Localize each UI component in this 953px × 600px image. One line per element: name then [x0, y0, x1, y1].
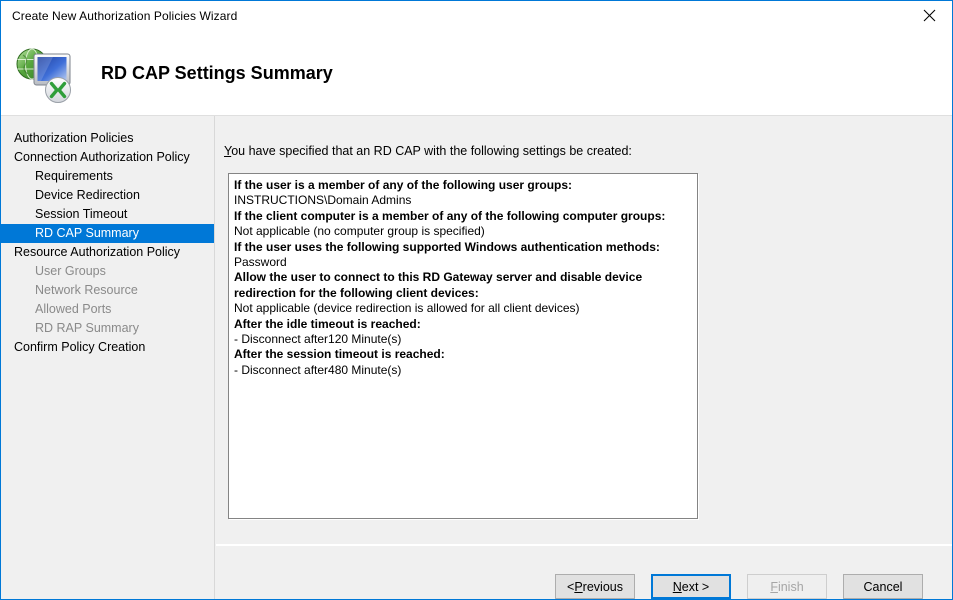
finish-button-post: inish: [778, 580, 804, 594]
close-icon[interactable]: [907, 1, 952, 30]
sidebar-item-network-resource: Network Resource: [1, 281, 214, 300]
summary-line: After the idle timeout is reached:: [234, 317, 693, 332]
next-button[interactable]: Next >: [651, 574, 731, 599]
rd-gateway-globe-monitor-icon: [13, 43, 75, 105]
title-bar: Create New Authorization Policies Wizard: [1, 1, 952, 31]
sidebar-item-resource-authorization-policy[interactable]: Resource Authorization Policy: [1, 243, 214, 262]
sidebar-item-rd-cap-summary[interactable]: RD CAP Summary: [1, 224, 214, 243]
summary-line: - Disconnect after120 Minute(s): [234, 332, 693, 347]
next-button-post: ext >: [682, 580, 709, 594]
sidebar-item-user-groups: User Groups: [1, 262, 214, 281]
sidebar-item-device-redirection[interactable]: Device Redirection: [1, 186, 214, 205]
sidebar-item-allowed-ports: Allowed Ports: [1, 300, 214, 319]
finish-button-accesskey: F: [770, 580, 778, 594]
previous-button-post: revious: [583, 580, 623, 594]
summary-line: Not applicable (device redirection is al…: [234, 301, 693, 316]
sidebar-item-requirements[interactable]: Requirements: [1, 167, 214, 186]
sidebar-item-confirm-policy-creation[interactable]: Confirm Policy Creation: [1, 338, 214, 357]
summary-textbox[interactable]: If the user is a member of any of the fo…: [228, 173, 698, 519]
sidebar-item-session-timeout[interactable]: Session Timeout: [1, 205, 214, 224]
wizard-step-list: Authorization Policies Connection Author…: [1, 116, 215, 599]
summary-line: INSTRUCTIONS\Domain Admins: [234, 193, 693, 208]
next-button-accesskey: N: [673, 580, 682, 594]
previous-button-pre: <: [567, 580, 574, 594]
previous-button[interactable]: < Previous: [555, 574, 635, 599]
page-title: RD CAP Settings Summary: [101, 63, 333, 84]
sidebar-item-rd-rap-summary: RD RAP Summary: [1, 319, 214, 338]
sidebar-item-connection-authorization-policy[interactable]: Connection Authorization Policy: [1, 148, 214, 167]
header-banner: RD CAP Settings Summary: [1, 31, 952, 116]
wizard-body: Authorization Policies Connection Author…: [1, 116, 952, 599]
summary-line: After the session timeout is reached:: [234, 347, 693, 362]
cancel-button-post: Cancel: [864, 580, 903, 594]
summary-line: Allow the user to connect to this RD Gat…: [234, 270, 693, 285]
summary-line: If the client computer is a member of an…: [234, 209, 693, 224]
intro-label: You have specified that an RD CAP with t…: [224, 144, 632, 158]
button-bar: < Previous Next > Finish Cancel: [555, 574, 923, 599]
summary-line: If the user uses the following supported…: [234, 240, 693, 255]
finish-button: Finish: [747, 574, 827, 599]
intro-text-rest: ou have specified that an RD CAP with th…: [231, 144, 632, 158]
previous-button-accesskey: P: [574, 580, 582, 594]
summary-line: Password: [234, 255, 693, 270]
wizard-footer: < Previous Next > Finish Cancel: [216, 546, 952, 599]
window-title: Create New Authorization Policies Wizard: [1, 9, 237, 23]
wizard-window: Create New Authorization Policies Wizard: [0, 0, 953, 600]
summary-line: Not applicable (no computer group is spe…: [234, 224, 693, 239]
summary-line: If the user is a member of any of the fo…: [234, 178, 693, 193]
summary-line: - Disconnect after480 Minute(s): [234, 363, 693, 378]
sidebar-item-authorization-policies[interactable]: Authorization Policies: [1, 129, 214, 148]
summary-line: redirection for the following client dev…: [234, 286, 693, 301]
content-pane: You have specified that an RD CAP with t…: [216, 116, 952, 599]
cancel-button[interactable]: Cancel: [843, 574, 923, 599]
